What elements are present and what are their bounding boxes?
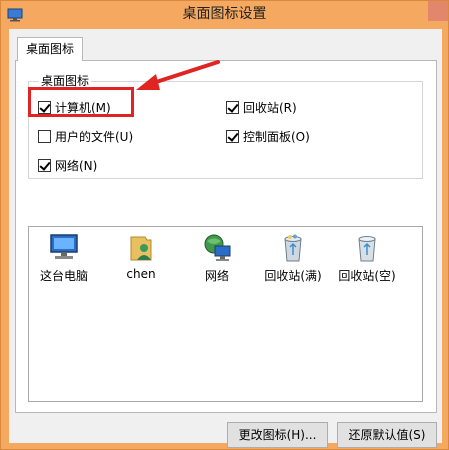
recycle-bin-empty-icon bbox=[358, 236, 376, 262]
checkbox-user-files[interactable]: 用户的文件(U) bbox=[38, 127, 133, 145]
checkbox-label: 计算机(M) bbox=[55, 100, 111, 115]
desktop-icons-group: 桌面图标 计算机(M) 用户的文件(U) 网络(N) 回收站(R) 控制面板(O… bbox=[28, 73, 423, 179]
checkbox-box[interactable] bbox=[226, 100, 239, 114]
list-item-network[interactable]: 网络 bbox=[185, 233, 249, 284]
annotation-arrow-icon bbox=[136, 60, 220, 90]
list-item-user-folder[interactable]: chen bbox=[109, 233, 173, 281]
icon-preview-list[interactable]: 这台电脑 chen 网络 回收站(满) 回收站(空) bbox=[28, 226, 423, 402]
restore-default-button[interactable]: 还原默认值(S) bbox=[337, 422, 437, 448]
checkbox-recycle-bin[interactable]: 回收站(R) bbox=[226, 98, 297, 116]
recycle-bin-full-icon bbox=[284, 234, 302, 262]
icon-label: 这台电脑 bbox=[39, 269, 88, 283]
checkbox-network[interactable]: 网络(N) bbox=[38, 156, 97, 174]
checkbox-control-panel[interactable]: 控制面板(O) bbox=[226, 127, 310, 145]
icon-label: chen bbox=[126, 267, 156, 281]
user-folder-icon bbox=[130, 236, 152, 261]
checkbox-box[interactable] bbox=[226, 129, 239, 143]
list-item-this-pc[interactable]: 这台电脑 bbox=[32, 233, 96, 284]
dialog-window: 桌面图标设置 桌面图标 桌面图标 计算机(M) 用户的文件(U) 网络(N) 回… bbox=[0, 0, 449, 450]
icon-label: 回收站(满) bbox=[264, 269, 322, 283]
icon-label: 网络 bbox=[204, 269, 229, 283]
list-item-recycle-full[interactable]: 回收站(满) bbox=[261, 233, 325, 284]
checkbox-computer[interactable]: 计算机(M) bbox=[38, 98, 111, 116]
checkbox-box[interactable] bbox=[38, 158, 51, 172]
list-item-recycle-empty[interactable]: 回收站(空) bbox=[335, 233, 399, 284]
tab-desktop-icons[interactable]: 桌面图标 bbox=[17, 37, 83, 61]
checkbox-box[interactable] bbox=[38, 129, 51, 143]
dialog-client: 桌面图标 桌面图标 计算机(M) 用户的文件(U) 网络(N) 回收站(R) 控… bbox=[9, 29, 442, 448]
checkbox-label: 回收站(R) bbox=[243, 100, 297, 115]
change-icon-button[interactable]: 更改图标(H)... bbox=[227, 422, 328, 448]
computer-icon bbox=[50, 234, 78, 259]
checkbox-label: 网络(N) bbox=[55, 158, 98, 173]
checkbox-box[interactable] bbox=[38, 100, 51, 114]
checkbox-label: 用户的文件(U) bbox=[55, 129, 134, 144]
group-legend: 桌面图标 bbox=[39, 73, 92, 89]
tab-panel: 桌面图标 计算机(M) 用户的文件(U) 网络(N) 回收站(R) 控制面板(O… bbox=[15, 60, 437, 413]
icon-label: 回收站(空) bbox=[338, 269, 396, 283]
window-title: 桌面图标设置 bbox=[182, 6, 267, 22]
title-bar[interactable]: 桌面图标设置 bbox=[1, 1, 448, 29]
checkbox-label: 控制面板(O) bbox=[243, 129, 310, 144]
close-button[interactable] bbox=[428, 1, 448, 21]
network-icon bbox=[204, 234, 231, 261]
